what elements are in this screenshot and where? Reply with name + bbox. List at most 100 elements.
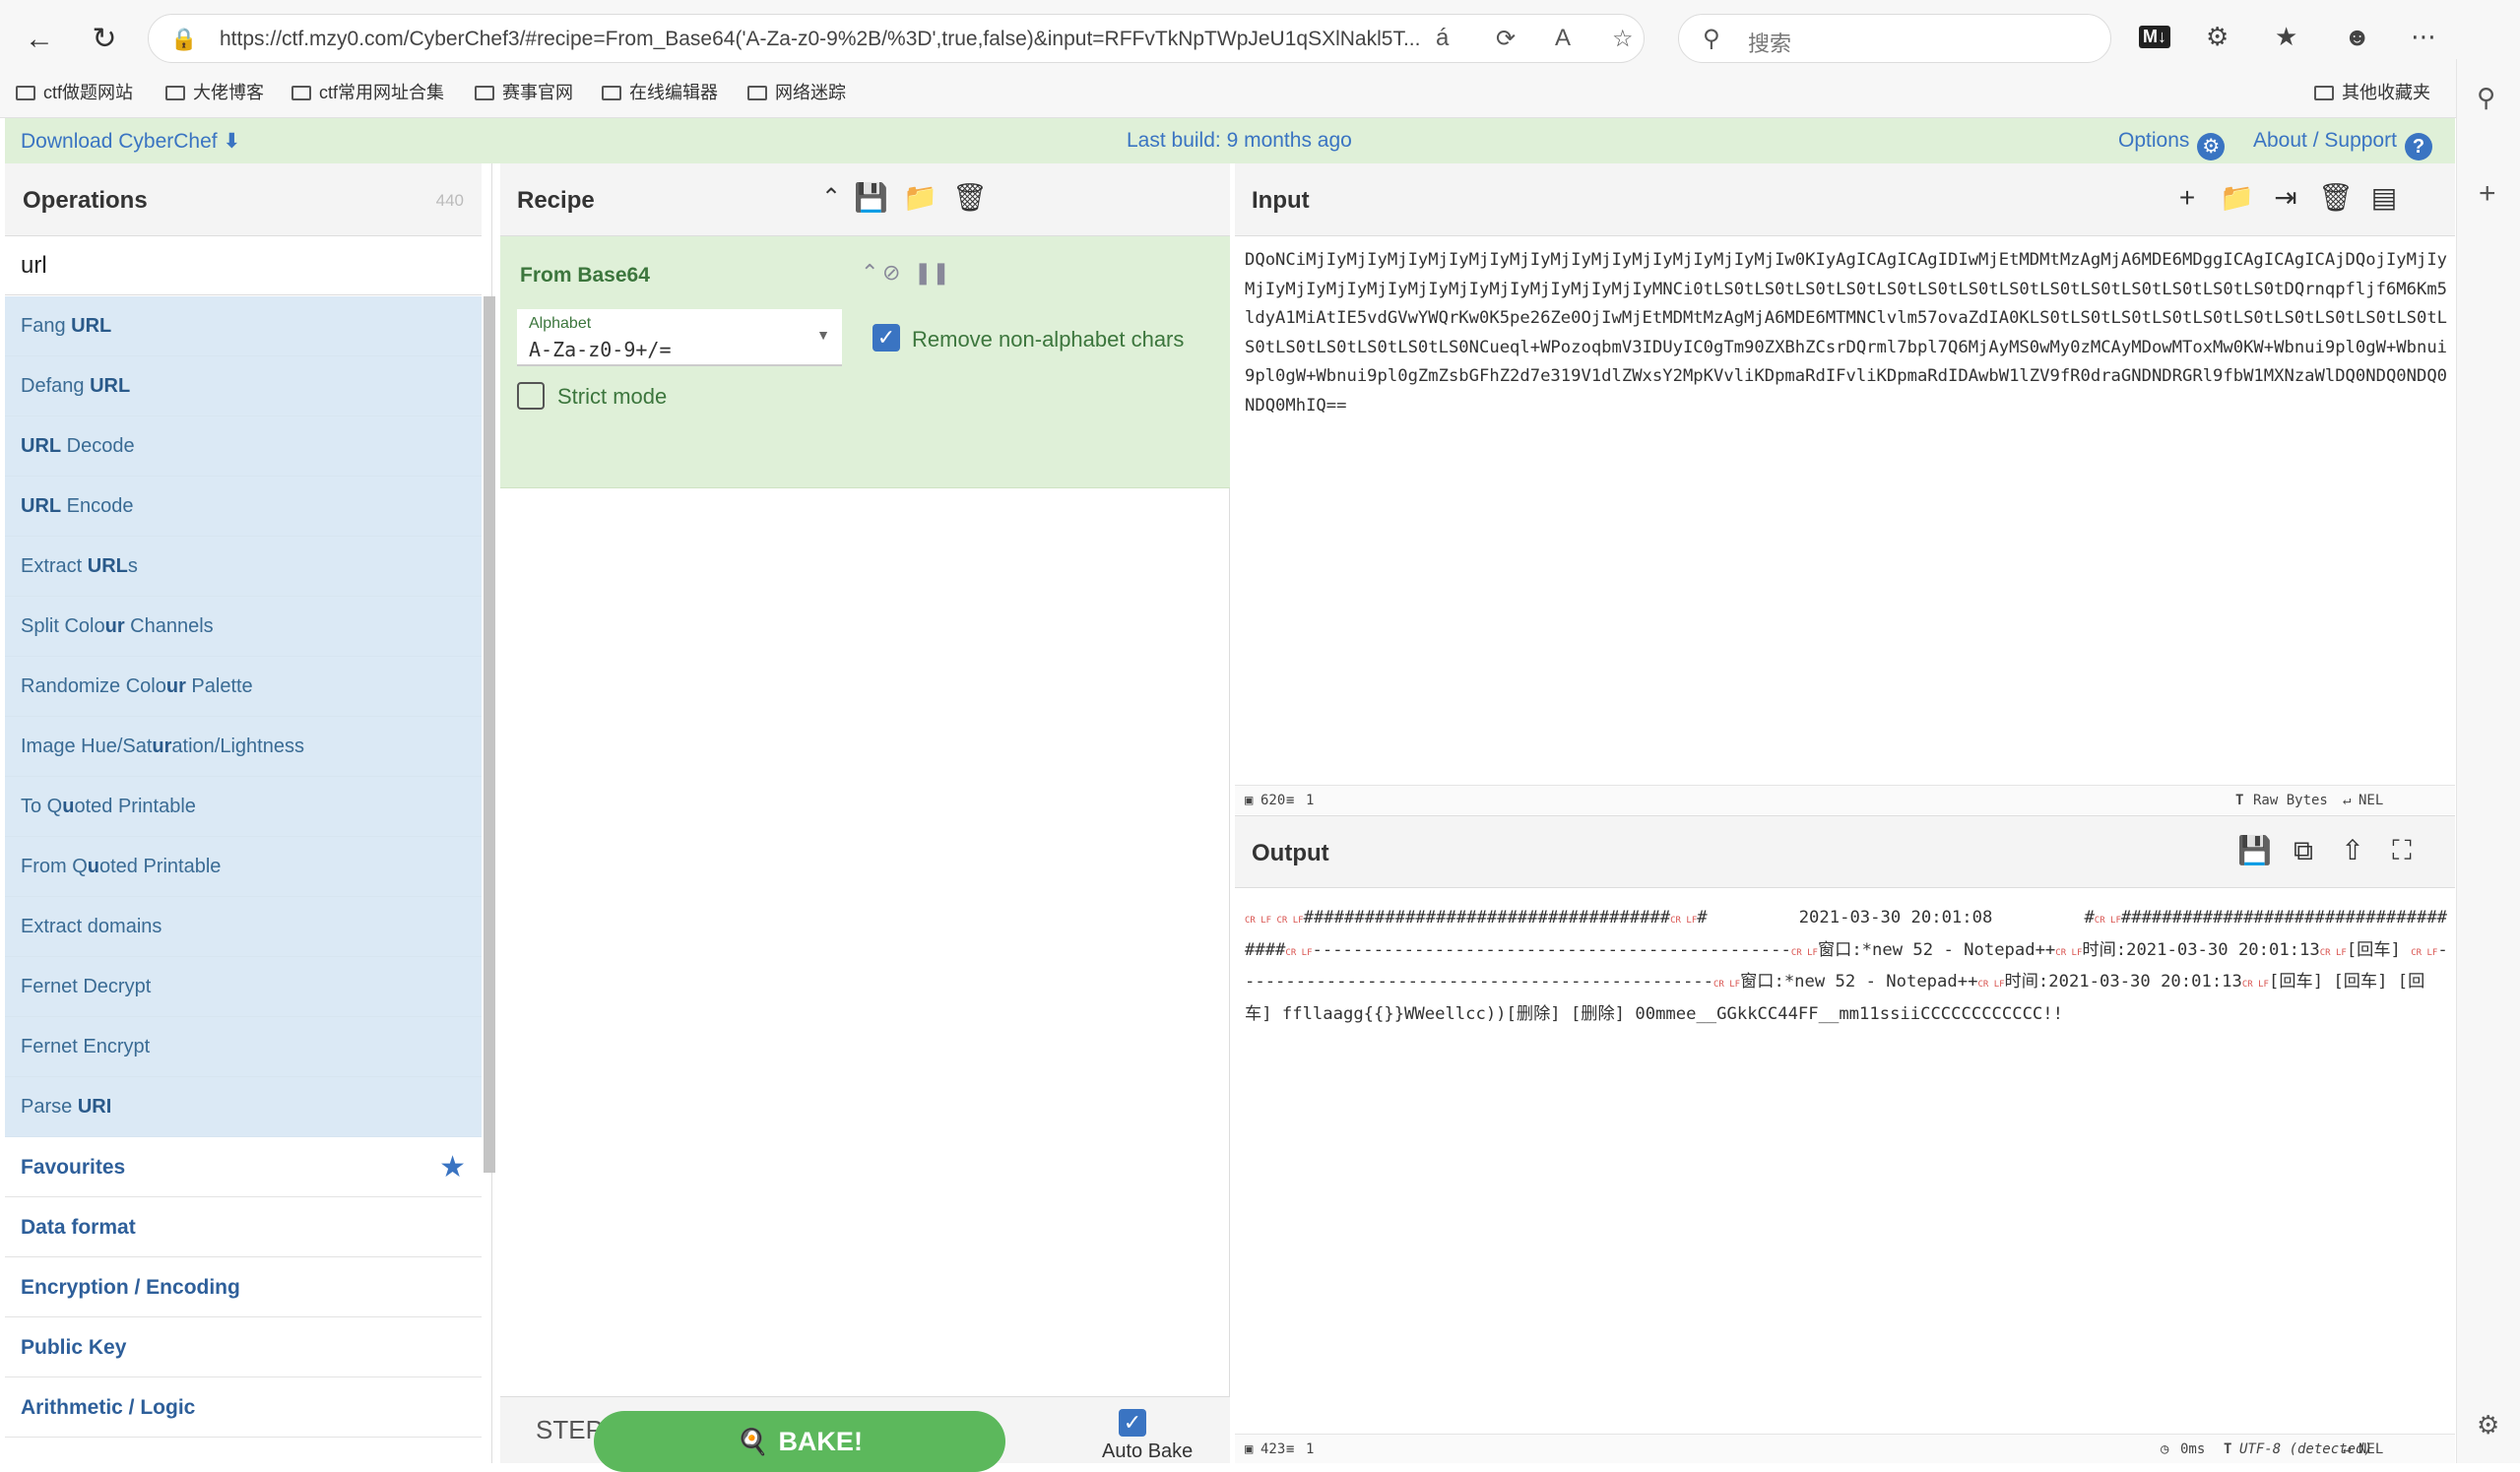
- operation-category[interactable]: Data format: [5, 1197, 482, 1257]
- output-segment: [回车]: [2346, 939, 2412, 960]
- operation-result[interactable]: Fernet Encrypt: [5, 1017, 482, 1077]
- operation-result-text: u: [62, 796, 75, 817]
- search-icon: ⚲: [1703, 26, 1720, 52]
- operation-category[interactable]: Arithmetic / Logic: [5, 1377, 482, 1438]
- operation-result-text: Channels: [124, 615, 214, 637]
- alphabet-label: Alphabet: [529, 315, 592, 332]
- translate-icon[interactable]: á: [1436, 25, 1449, 52]
- operation-category[interactable]: Favourites ★: [5, 1137, 482, 1197]
- add-tab-icon[interactable]: +: [2170, 181, 2204, 215]
- other-bookmarks[interactable]: 其他收藏夹: [2314, 79, 2430, 104]
- operation-result[interactable]: Fang URL: [5, 296, 482, 356]
- maximize-icon[interactable]: ⛶: [2385, 834, 2419, 867]
- folder-icon: [602, 86, 621, 100]
- options-link[interactable]: Options ⚙: [2118, 129, 2226, 160]
- search-placeholder: 搜索: [1748, 32, 1792, 56]
- operation-result[interactable]: Defang URL: [5, 356, 482, 416]
- operation-result-text: Defang: [21, 375, 91, 397]
- sync-icon[interactable]: ⟳: [1496, 25, 1516, 53]
- bookmark-2[interactable]: 大佬博客: [165, 79, 264, 104]
- trash-icon[interactable]: 🗑: [952, 181, 988, 215]
- extensions-icon[interactable]: ⚙: [2206, 22, 2229, 52]
- operation-result[interactable]: URL Encode: [5, 477, 482, 537]
- output-segment: 时间:2021-03-30 20:01:13: [2082, 939, 2320, 960]
- disable-icon[interactable]: ⊘: [882, 260, 900, 286]
- strict-mode-checkbox[interactable]: [517, 382, 545, 410]
- crlf-marker: CR LF: [1713, 980, 1741, 991]
- operation-result[interactable]: Split Colour Channels: [5, 597, 482, 657]
- folder-icon[interactable]: 📁: [903, 181, 937, 215]
- copy-icon[interactable]: ⧉: [2287, 834, 2320, 867]
- chevron-up-icon[interactable]: ⌃: [861, 260, 878, 286]
- operation-category[interactable]: Public Key: [5, 1317, 482, 1377]
- input-raw-bytes[interactable]: Raw Bytes: [2253, 793, 2328, 808]
- more-icon[interactable]: ⋯: [2411, 22, 2436, 52]
- operation-result-text: From Q: [21, 856, 88, 877]
- operation-category[interactable]: Encryption / Encoding: [5, 1257, 482, 1317]
- folder-icon: [165, 86, 185, 100]
- operation-result-text: Encode: [61, 495, 134, 517]
- operation-result[interactable]: Extract domains: [5, 897, 482, 957]
- save-icon[interactable]: 💾: [854, 181, 888, 215]
- operation-result[interactable]: Randomize Colour Palette: [5, 657, 482, 717]
- star-icon[interactable]: ★: [439, 1137, 466, 1197]
- bookmark-5[interactable]: 在线编辑器: [602, 79, 718, 104]
- output-segment: 窗口:*new 52 - Notepad++: [1817, 939, 2056, 960]
- operation-result[interactable]: Fernet Decrypt: [5, 957, 482, 1017]
- remove-non-alphabet-checkbox[interactable]: ✓: [872, 324, 900, 352]
- auto-bake-checkbox[interactable]: ✓: [1119, 1409, 1146, 1437]
- bookmark-6[interactable]: 网络迷踪: [747, 79, 846, 104]
- operation-result[interactable]: To Quoted Printable: [5, 777, 482, 837]
- pause-icon[interactable]: ❚❚: [914, 260, 950, 286]
- bookmark-1[interactable]: ctf做题网站: [16, 79, 133, 104]
- download-link[interactable]: Download CyberChef ⬇: [21, 129, 240, 154]
- operation-result[interactable]: From Quoted Printable: [5, 837, 482, 897]
- output-eol[interactable]: NEL: [2358, 1441, 2383, 1457]
- settings-icon[interactable]: ⚙: [2477, 1410, 2499, 1440]
- collapse-icon[interactable]: ⌃: [814, 181, 848, 215]
- replace-input-icon[interactable]: ⇧: [2336, 834, 2369, 867]
- operation-result-text: Parse: [21, 1096, 78, 1118]
- open-file-icon[interactable]: ⇥: [2269, 181, 2302, 215]
- operation-result[interactable]: URL Decode: [5, 416, 482, 477]
- about-link[interactable]: About / Support?: [2253, 129, 2432, 160]
- refresh-icon[interactable]: ↻: [87, 22, 122, 57]
- recipe-operation-from-base64[interactable]: From Base64 ⌃ ⊘ ❚❚ Alphabet A-Za-z0-9+/=…: [500, 236, 1230, 488]
- operations-search-input[interactable]: [5, 236, 482, 295]
- add-icon[interactable]: +: [2479, 177, 2496, 211]
- bookmark-3[interactable]: ctf常用网址合集: [291, 79, 444, 104]
- help-icon: ?: [2404, 133, 2432, 160]
- profile-icon[interactable]: ☻: [2344, 22, 2370, 52]
- remove-non-alphabet-label: Remove non-alphabet chars: [912, 327, 1185, 352]
- back-icon[interactable]: ←: [22, 22, 57, 57]
- operations-scrollbar[interactable]: [484, 296, 495, 1173]
- address-url[interactable]: https://ctf.mzy0.com/CyberChef3/#recipe=…: [220, 28, 1420, 51]
- folder-icon: [2314, 86, 2334, 100]
- output-encoding[interactable]: UTF-8 (detected): [2239, 1441, 2372, 1457]
- step-button[interactable]: STEP: [536, 1415, 603, 1445]
- search-icon[interactable]: ⚲: [2477, 83, 2495, 113]
- favorite-star-icon[interactable]: ☆: [1612, 25, 1634, 53]
- operation-result[interactable]: Extract URLs: [5, 537, 482, 597]
- io-panel: Input + 📁 ⇥ 🗑 ▤ DQoNCiMjIyMjIyMjIyMjIyMj…: [1235, 163, 2455, 1463]
- bookmark-4[interactable]: 赛事官网: [475, 79, 573, 104]
- input-textarea[interactable]: DQoNCiMjIyMjIyMjIyMjIyMjIyMjIyMjIyMjIyMj…: [1245, 246, 2451, 421]
- save-icon[interactable]: 💾: [2237, 834, 2272, 867]
- operation-result-text: Fernet Decrypt: [21, 976, 152, 997]
- trash-icon[interactable]: 🗑: [2318, 181, 2354, 215]
- layout-icon[interactable]: ▤: [2367, 181, 2401, 215]
- crlf-marker: CR LF: [1977, 980, 2005, 991]
- operation-result[interactable]: Parse URI: [5, 1077, 482, 1137]
- read-aloud-icon[interactable]: A: [1555, 25, 1571, 52]
- browser-search-box[interactable]: ⚲ 搜索: [1678, 14, 2111, 63]
- operation-result-text: Fang: [21, 315, 72, 337]
- address-bar[interactable]: 🔒 https://ctf.mzy0.com/CyberChef3/#recip…: [148, 14, 1645, 63]
- text-format-icon: T: [2235, 793, 2244, 808]
- favorites-icon[interactable]: ★: [2275, 22, 2297, 52]
- operation-result[interactable]: Image Hue/Saturation/Lightness: [5, 717, 482, 777]
- markdown-icon[interactable]: M↓: [2139, 26, 2170, 48]
- open-folder-icon[interactable]: 📁: [2220, 181, 2254, 215]
- output-text: CR LF CR LF#############################…: [1245, 904, 2451, 1029]
- input-eol[interactable]: NEL: [2358, 793, 2383, 808]
- alphabet-select[interactable]: Alphabet A-Za-z0-9+/= ▼: [517, 309, 842, 366]
